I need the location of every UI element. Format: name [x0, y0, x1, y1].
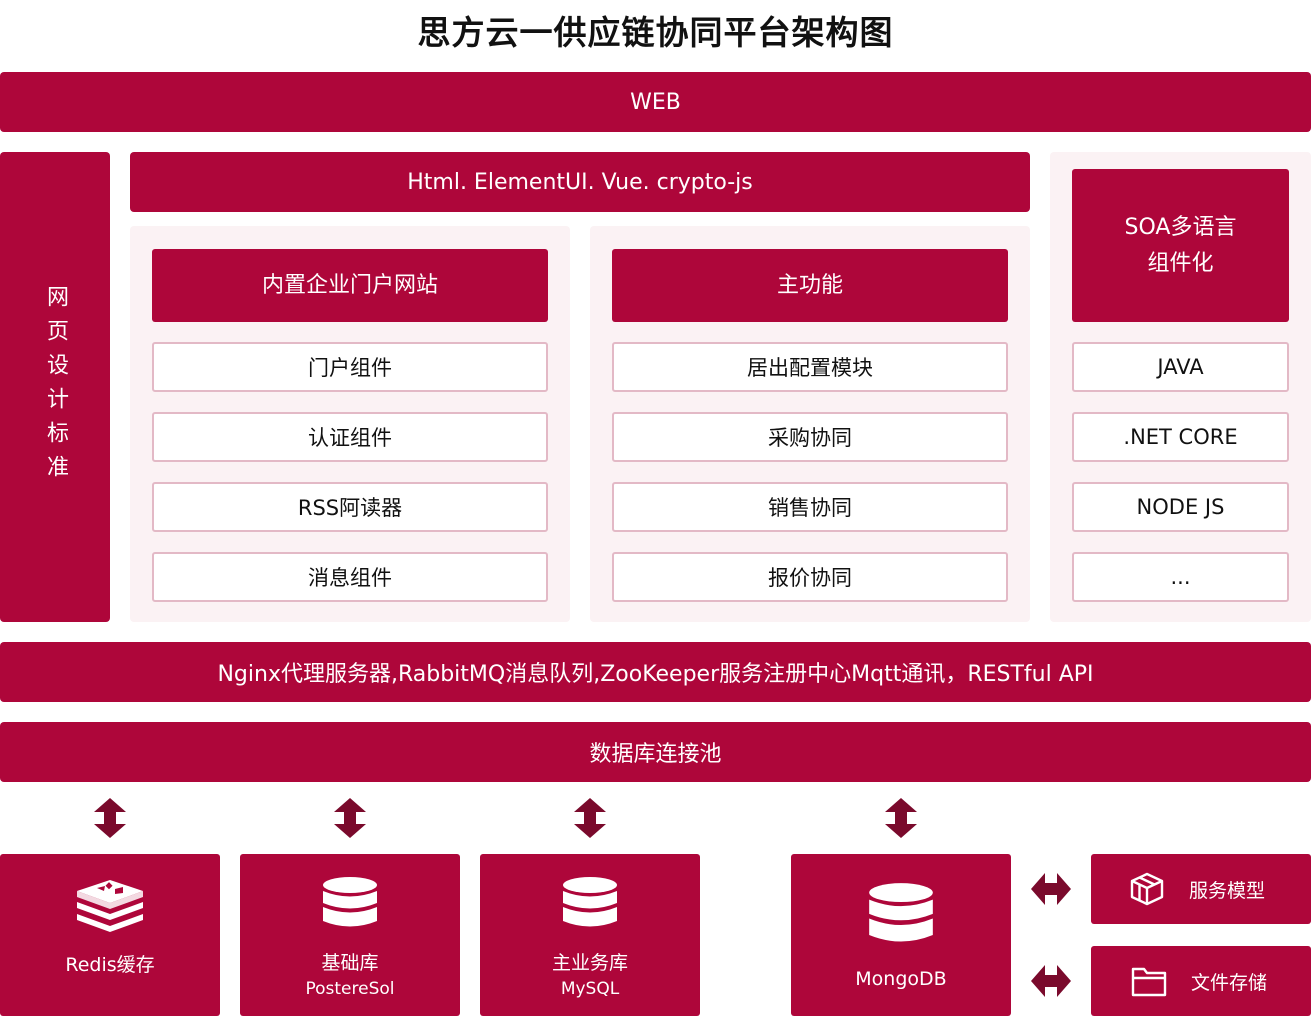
mongodb-card: MongoDB	[791, 854, 1011, 1016]
portal-header: 内置企业门户网站	[152, 249, 548, 322]
page-title: 思方云一供应链协同平台架构图	[417, 13, 894, 52]
main-function-item: 采购协同	[612, 412, 1008, 462]
database-icon	[563, 877, 617, 927]
soa-header-line1: SOA多语言	[1124, 214, 1237, 240]
file-storage-card: 文件存储	[1091, 946, 1311, 1016]
connection-pool-label: 数据库连接池	[589, 742, 722, 767]
cube-icon	[1130, 872, 1164, 906]
redis-label: Redis缓存	[65, 954, 155, 976]
base-db-card: 基础库 PostereSol	[240, 854, 460, 1016]
frontend-bar: Html. ElementUI. Vue. crypto-js	[130, 152, 1030, 212]
soa-item: ...	[1072, 552, 1289, 602]
portal-item: RSS阿读器	[152, 482, 548, 532]
soa-item: JAVA	[1072, 342, 1289, 392]
connection-pool-bar: 数据库连接池	[0, 722, 1311, 782]
main-function-header: 主功能	[612, 249, 1008, 322]
file-storage-label: 文件存储	[1191, 971, 1268, 994]
portal-item: 消息组件	[152, 552, 548, 602]
folder-icon	[1131, 967, 1167, 997]
redis-card: Redis缓存	[0, 854, 220, 1016]
biz-db-label: 主业务库	[551, 952, 628, 974]
service-model-card: 服务模型	[1091, 854, 1311, 924]
soa-header: SOA多语言 组件化	[1072, 169, 1289, 322]
frontend-label: Html. ElementUI. Vue. crypto-js	[407, 169, 753, 195]
biz-db-card: 主业务库 MySQL	[480, 854, 700, 1016]
bidirectional-arrow-icon	[574, 798, 606, 838]
base-db-label: 基础库	[321, 952, 379, 974]
soa-item: .NET CORE	[1072, 412, 1289, 462]
bidirectional-arrow-icon	[1031, 965, 1071, 997]
main-function-item: 报价协同	[612, 552, 1008, 602]
redis-icon	[77, 880, 143, 932]
web-design-standard-bar: 网页设计标准	[0, 152, 110, 622]
database-icon	[869, 883, 933, 942]
base-db-sub: PostereSol	[305, 979, 395, 999]
bidirectional-arrow-icon	[94, 798, 126, 838]
bidirectional-arrow-icon	[334, 798, 366, 838]
middleware-label: Nginx代理服务器,RabbitMQ消息队列,ZooKeeper服务注册中心M…	[217, 662, 1094, 687]
main-function-item: 销售协同	[612, 482, 1008, 532]
biz-db-sub: MySQL	[560, 979, 620, 999]
soa-header-line2: 组件化	[1147, 250, 1214, 276]
service-model-label: 服务模型	[1189, 879, 1266, 902]
portal-item: 门户组件	[152, 342, 548, 392]
mongodb-label: MongoDB	[855, 968, 947, 990]
bidirectional-arrow-icon	[1031, 873, 1071, 905]
portal-item: 认证组件	[152, 412, 548, 462]
middleware-bar: Nginx代理服务器,RabbitMQ消息队列,ZooKeeper服务注册中心M…	[0, 642, 1311, 702]
database-icon	[323, 877, 377, 927]
web-design-standard-label: 网页设计标准	[43, 285, 68, 489]
web-bar: WEB	[0, 72, 1311, 132]
web-label: WEB	[630, 89, 681, 115]
main-function-item: 居出配置模块	[612, 342, 1008, 392]
soa-item: NODE JS	[1072, 482, 1289, 532]
bidirectional-arrow-icon	[885, 798, 917, 838]
